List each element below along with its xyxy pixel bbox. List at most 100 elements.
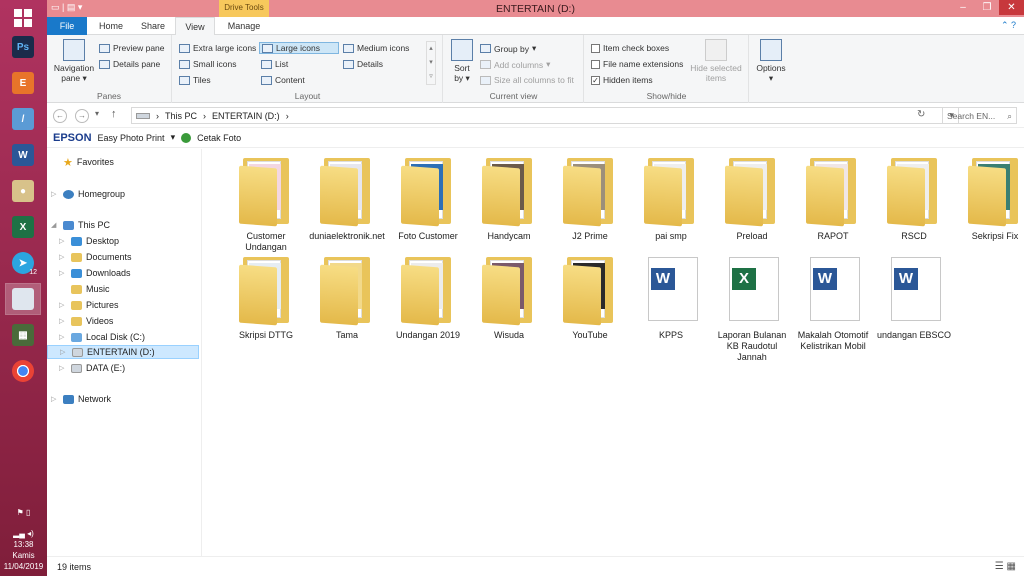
group-by-button[interactable]: Group by ▾ [480,43,536,54]
folder-item[interactable]: duniaelektronik.net [308,154,386,242]
nav-entertain-d[interactable]: ▷ ENTERTAIN (D:) [47,345,199,359]
taskbar-chrome[interactable] [6,356,40,386]
close-button[interactable]: ✕ [999,0,1024,15]
details-pane-button[interactable]: Details pane [99,59,160,69]
nav-favorites[interactable]: ★ Favorites [51,155,114,169]
taskbar-paint[interactable]: ● [6,176,40,206]
cetak-foto-button[interactable]: Cetak Foto [197,133,241,143]
nav-network[interactable]: ▷ Network [51,392,111,406]
item-check-boxes-toggle[interactable]: Item check boxes [591,43,669,53]
options-button[interactable]: Options ▾ [753,39,789,83]
layout-large-icons[interactable]: Large icons [259,42,339,54]
tab-file[interactable]: File [47,17,87,35]
taskbar-app-orange[interactable]: E [6,68,40,98]
taskbar-word[interactable]: W [6,140,40,170]
up-button[interactable]: ↑ [111,108,117,120]
nav-music[interactable]: Music [59,282,110,296]
add-columns-button[interactable]: Add columns ▾ [480,59,550,70]
start-button[interactable] [6,3,40,33]
folder-item[interactable]: Tama [308,253,386,341]
search-input[interactable]: Search EN... ⌕ [942,107,1017,124]
folder-item[interactable]: Sekripsi Fix [956,154,1024,242]
folder-item[interactable]: Skripsi DTTG [227,253,305,341]
file-item[interactable]: X Laporan Bulanan KB Raudotul Jannah [713,253,791,363]
taskbar-app-blue[interactable]: / [6,104,40,134]
sort-by-button[interactable]: Sort by ▾ [447,39,477,83]
nav-documents[interactable]: ▷ Documents [59,250,132,264]
hide-selected-items-button[interactable]: Hide selected items [685,39,747,83]
recent-locations-icon[interactable]: ▾ [95,109,99,118]
expand-arrow-icon[interactable]: ▷ [59,317,67,325]
nav-this-pc[interactable]: ◢ This PC [51,218,110,232]
expand-arrow-icon[interactable]: ▷ [59,269,67,277]
file-item[interactable]: Wundangan EBSCO [875,253,953,341]
breadcrumb-this-pc[interactable]: This PC [165,111,197,121]
nav-homegroup[interactable]: ▷ Homegroup [51,187,125,201]
nav-data-e[interactable]: ▷ DATA (E:) [59,361,125,375]
folder-item[interactable]: pai smp [632,154,710,242]
collapse-arrow-icon[interactable]: ◢ [51,221,59,229]
file-name-extensions-toggle[interactable]: File name extensions [591,59,683,69]
nav-desktop[interactable]: ▷ Desktop [59,234,119,248]
folder-item[interactable]: Foto Customer [389,154,467,242]
layout-scroll[interactable]: ▴ ▾ ▿ [426,41,436,85]
address-bar[interactable]: › This PC › ENTERTAIN (D:) › ▾ [131,107,959,124]
folder-item[interactable]: Customer Undangan [227,154,305,253]
taskbar-excel[interactable]: X [6,212,40,242]
nav-videos[interactable]: ▷ Videos [59,314,113,328]
navigation-pane-button[interactable]: Navigation pane ▾ [51,39,97,83]
expand-arrow-icon[interactable]: ▷ [51,190,59,198]
back-button[interactable]: ← [53,109,67,123]
size-columns-button[interactable]: Size all columns to fit [480,75,574,85]
tab-home[interactable]: Home [91,17,131,35]
forward-button[interactable]: → [75,109,89,123]
layout-small-icons[interactable]: Small icons [179,59,236,69]
help-icon[interactable]: ⌃ ? [1001,20,1016,31]
tab-manage[interactable]: Manage [219,17,269,35]
file-item[interactable]: W Makalah Otomotif Kelistrikan Mobil [794,253,872,352]
expand-arrow-icon[interactable]: ▷ [59,253,67,261]
maximize-button[interactable]: ❐ [975,0,999,15]
expand-arrow-icon[interactable]: ▷ [60,348,68,356]
easy-photo-print-button[interactable]: Easy Photo Print [98,133,165,143]
folder-item[interactable]: RAPOT [794,154,872,242]
file-item[interactable]: W KPPS [632,253,710,341]
epson-dropdown-icon[interactable]: ▾ [171,132,176,143]
clock-time[interactable]: 13:38 [0,539,47,550]
minimize-button[interactable]: – [951,0,975,15]
taskbar-file-explorer[interactable] [5,283,41,315]
taskbar-photoshop[interactable]: Ps [6,32,40,62]
hidden-items-toggle[interactable]: ✓ Hidden items [591,75,653,85]
network-volume-icons[interactable]: ▂▄ ◂) [0,528,47,539]
title-bar[interactable]: ▭ | ▤ ▾ Drive Tools ENTERTAIN (D:) – ❐ ✕ [47,0,1024,17]
taskbar-telegram[interactable]: ➤ 12 [6,248,40,278]
expand-arrow-icon[interactable]: ▷ [59,364,67,372]
folder-item[interactable]: J2 Prime [551,154,629,242]
layout-list[interactable]: List [261,59,288,69]
folder-item[interactable]: RSCD [875,154,953,242]
expand-arrow-icon[interactable]: ▷ [59,237,67,245]
expand-arrow-icon[interactable]: ▷ [51,395,59,403]
refresh-icon[interactable]: ↻ [917,109,925,120]
preview-pane-button[interactable]: Preview pane [99,43,165,53]
expand-arrow-icon[interactable]: ▷ [59,301,67,309]
layout-details[interactable]: Details [343,59,383,69]
breadcrumb-entertain[interactable]: ENTERTAIN (D:) [212,111,280,121]
layout-medium-icons[interactable]: Medium icons [343,43,409,53]
tray-icons[interactable]: ⚑ ▯ [0,507,47,518]
folder-item[interactable]: Wisuda [470,253,548,341]
tab-view[interactable]: View [175,17,215,36]
nav-local-disk-c[interactable]: ▷ Local Disk (C:) [59,330,145,344]
tab-share[interactable]: Share [133,17,173,35]
folder-item[interactable]: Handycam [470,154,548,242]
view-toggle-icons[interactable]: ☰ ▦ [995,561,1016,572]
layout-tiles[interactable]: Tiles [179,75,211,85]
taskbar-video[interactable]: ▦ [6,320,40,350]
nav-downloads[interactable]: ▷ Downloads [59,266,131,280]
nav-pictures[interactable]: ▷ Pictures [59,298,119,312]
folder-item[interactable]: YouTube [551,253,629,341]
layout-extra-large-icons[interactable]: Extra large icons [179,43,256,53]
folder-item[interactable]: Preload [713,154,791,242]
folder-item[interactable]: Undangan 2019 [389,253,467,341]
layout-content[interactable]: Content [261,75,305,85]
